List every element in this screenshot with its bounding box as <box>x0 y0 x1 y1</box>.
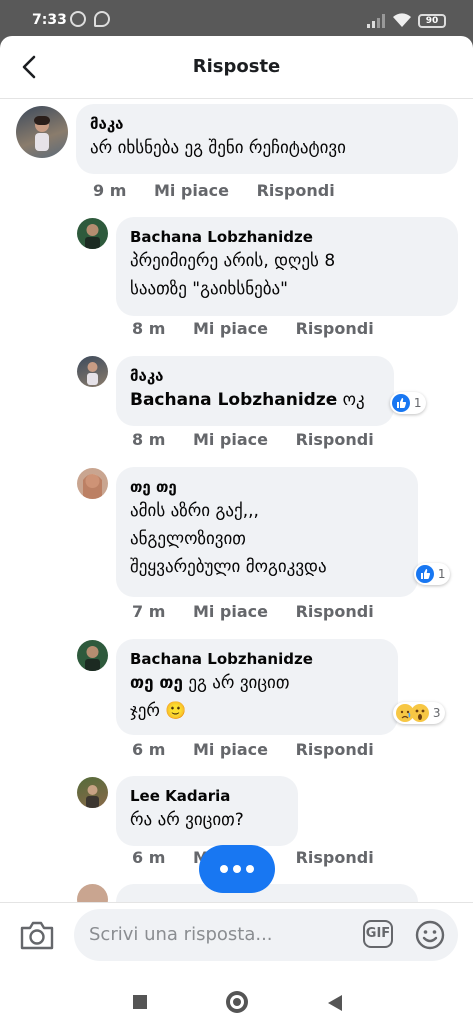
q-app-icon <box>94 11 110 27</box>
comment-bubble: მაკა Bachana Lobzhanidze ოკ <box>116 356 394 426</box>
comment-text: ანგელოზივით <box>130 529 246 549</box>
reply-button[interactable]: Rispondi <box>296 430 374 449</box>
comment-text: ოკ <box>342 390 365 410</box>
reaction-count: 1 <box>437 567 446 581</box>
home-icon[interactable] <box>226 991 248 1013</box>
comment-text: ამის აზრი გაქ,,, <box>130 501 259 521</box>
avatar[interactable] <box>77 356 108 387</box>
header: Risposte <box>0 36 473 99</box>
replies-sheet: Risposte მაკა არ იხსნება ეგ შენი რეჩიტატ… <box>0 36 473 994</box>
comment-meta: 7 m Mi piace Rispondi <box>132 602 374 621</box>
emoji-icon[interactable] <box>414 919 446 951</box>
reaction-count: 3 <box>432 706 441 720</box>
reaction-summary[interactable]: 3 <box>393 702 446 724</box>
like-icon <box>416 564 434 583</box>
comment-bubble: Bachana Lobzhanidze თე თე ეგ არ ვიცით ჯე… <box>116 639 398 735</box>
like-icon <box>392 393 410 412</box>
battery-indicator: 90 <box>418 14 446 28</box>
back-nav-icon[interactable] <box>326 994 344 1012</box>
reply-button[interactable]: Rispondi <box>296 848 374 867</box>
comment-text: ეგ არ ვიცით <box>188 673 290 693</box>
comment-author[interactable]: თე თე <box>130 477 404 497</box>
comment-author[interactable]: Bachana Lobzhanidze <box>130 649 384 669</box>
comment-author[interactable]: Lee Kadaria <box>130 786 284 806</box>
comment-meta: 6 m Mi piace Rispondi <box>132 740 374 759</box>
comment-text: არ იხსნება ეგ შენი რეჩიტატივი <box>90 138 346 158</box>
reaction-summary[interactable]: 1 <box>414 563 451 585</box>
like-button[interactable]: Mi piace <box>193 319 268 338</box>
wow-emoji-icon <box>411 703 429 722</box>
comment-author[interactable]: მაკა <box>130 366 380 386</box>
reply-button[interactable]: Rispondi <box>296 319 374 338</box>
comment-bubble: თე თე ამის აზრი გაქ,,, ანგელოზივით შეყვა… <box>116 467 418 597</box>
reply-button[interactable]: Rispondi <box>296 602 374 621</box>
status-time: 7:33 <box>32 12 67 28</box>
comment-bubble: Lee Kadaria რა არ ვიცით? <box>116 776 298 846</box>
comment-text: ჯერ 🙂 <box>130 701 187 721</box>
comment-time: 8 m <box>132 319 166 338</box>
comment-meta: 8 m Mi piace Rispondi <box>132 430 374 449</box>
mention-link[interactable]: Bachana Lobzhanidze <box>130 390 337 410</box>
like-button[interactable]: Mi piace <box>154 181 229 200</box>
comment-author[interactable]: Bachana Lobzhanidze <box>130 227 444 247</box>
camera-icon[interactable] <box>18 919 56 953</box>
page-title: Risposte <box>192 56 281 77</box>
avatar[interactable] <box>77 468 108 499</box>
avatar[interactable] <box>77 777 108 808</box>
status-bar: 7:33 90 <box>0 0 473 40</box>
comment-text: პრეიმიერე არის, დღეს 8 <box>130 251 336 271</box>
like-button[interactable]: Mi piace <box>193 740 268 759</box>
reply-composer: Scrivi una risposta... GIF <box>0 902 473 994</box>
signal-icon <box>367 14 385 28</box>
mention-link[interactable]: თე თე <box>130 673 183 693</box>
avatar[interactable] <box>77 218 108 249</box>
more-button[interactable] <box>199 845 275 893</box>
like-button[interactable]: Mi piace <box>193 430 268 449</box>
comment-time: 7 m <box>132 602 166 621</box>
comment-bubble: Bachana Lobzhanidze პრეიმიერე არის, დღეს… <box>116 217 458 316</box>
comment-author[interactable]: მაკა <box>90 114 444 134</box>
comment-time: 6 m <box>132 848 166 867</box>
avatar[interactable] <box>16 106 68 158</box>
reaction-count: 1 <box>413 396 422 410</box>
reply-button[interactable]: Rispondi <box>257 181 335 200</box>
reaction-summary[interactable]: 1 <box>390 392 427 414</box>
comment-time: 9 m <box>93 181 127 200</box>
comment-bubble: მაკა არ იხსნება ეგ შენი რეჩიტატივი <box>76 104 458 174</box>
reply-button[interactable]: Rispondi <box>296 740 374 759</box>
wifi-icon <box>393 13 411 27</box>
comment-meta: 8 m Mi piace Rispondi <box>132 319 374 338</box>
comment-text: რა არ ვიცით? <box>130 810 244 830</box>
comment-time: 6 m <box>132 740 166 759</box>
avatar[interactable] <box>77 640 108 671</box>
like-button[interactable]: Mi piace <box>193 602 268 621</box>
system-nav-bar <box>0 991 473 1024</box>
whatsapp-icon <box>70 11 86 27</box>
comment-time: 8 m <box>132 430 166 449</box>
reply-placeholder: Scrivi una risposta... <box>89 924 273 945</box>
comment-meta: 9 m Mi piace Rispondi <box>93 181 335 200</box>
gif-icon[interactable]: GIF <box>363 920 393 948</box>
recent-apps-icon[interactable] <box>133 995 147 1009</box>
reply-input[interactable]: Scrivi una risposta... GIF <box>74 909 458 961</box>
comment-text: საათზე "გაიხსნება" <box>130 279 288 299</box>
comment-text: შეყვარებული მოგიკვდა <box>130 557 327 577</box>
